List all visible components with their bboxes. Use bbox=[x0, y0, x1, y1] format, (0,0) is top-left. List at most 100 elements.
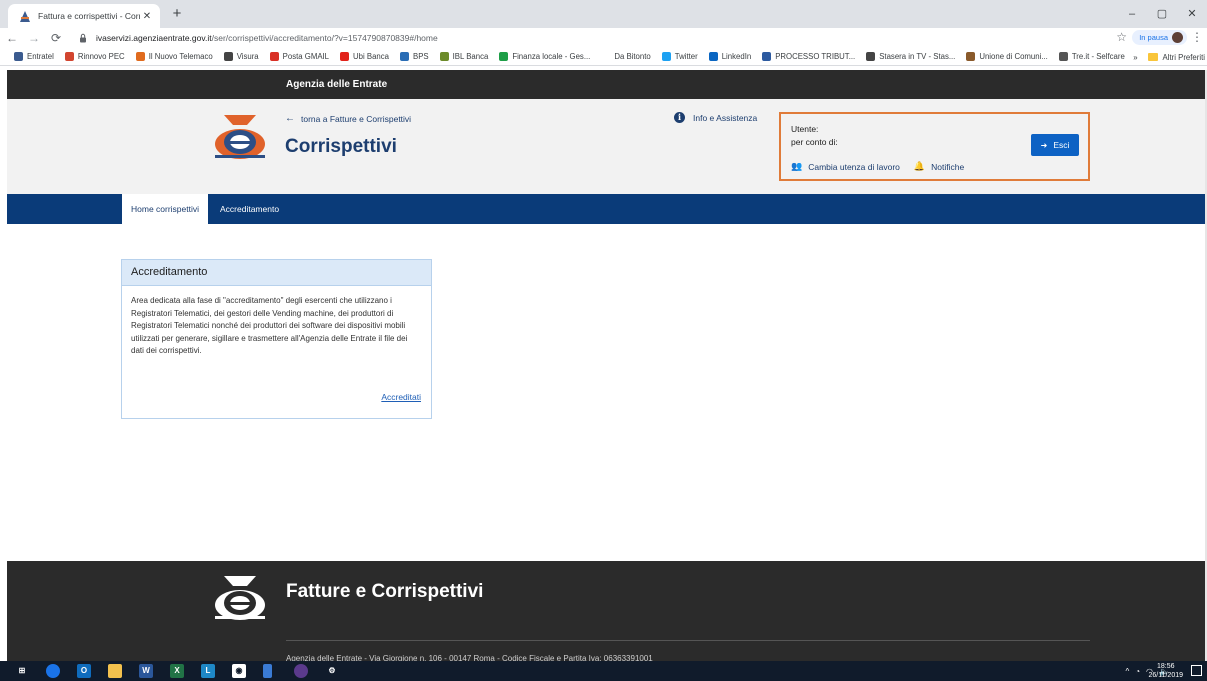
tab-accreditamento[interactable]: Accreditamento bbox=[211, 194, 288, 224]
bookmark-item[interactable]: Entratel bbox=[14, 52, 54, 61]
kebab-menu-icon[interactable]: ⋮ bbox=[1191, 30, 1203, 44]
lync-icon[interactable]: L bbox=[201, 664, 215, 678]
forward-arrow-icon[interactable]: → bbox=[24, 28, 44, 48]
bookmark-item[interactable]: Posta GMAIL bbox=[269, 52, 330, 61]
camera-icon[interactable]: ◉ bbox=[232, 664, 246, 678]
bookmark-item[interactable]: Twitter bbox=[661, 52, 698, 61]
agenzia-entrate-footer-logo-icon bbox=[215, 576, 265, 620]
system-clock[interactable]: 18:56 26/11/2019 bbox=[1148, 662, 1183, 680]
page-footer: Fatture e Corrispettivi Agenzia delle En… bbox=[7, 561, 1205, 663]
bookmarks-bar: Entratel Rinnovo PEC Il Nuovo Telemaco Visu… bbox=[0, 48, 1207, 66]
agenzia-entrate-logo-icon bbox=[215, 115, 265, 159]
bookmark-item[interactable]: Da Bitonto bbox=[601, 52, 651, 61]
network-icon[interactable]: ◔ bbox=[1135, 667, 1140, 676]
bookmark-item[interactable]: PROCESSO TRIBUT... bbox=[762, 52, 855, 61]
bookmark-item[interactable]: Stasera in TV - Stas... bbox=[866, 52, 955, 61]
bell-icon: 🔔 bbox=[913, 161, 926, 171]
browser-tab[interactable]: Fattura e corrispettivi - Corrispet ✕ bbox=[8, 4, 160, 28]
profile-button[interactable]: In pausa bbox=[1132, 30, 1187, 45]
bookmark-item[interactable]: IBL Banca bbox=[439, 52, 489, 61]
tab-home-corrispettivi[interactable]: Home corrispettivi bbox=[122, 194, 209, 225]
bookmark-label: BPS bbox=[413, 52, 429, 61]
close-icon[interactable]: ✕ bbox=[140, 11, 154, 22]
folder-icon bbox=[1147, 53, 1158, 61]
windows-taskbar: ⊞ O W X L ◉ ⚙ ^ ◔ ◠ 🔈 18:56 26/11/2019 bbox=[0, 661, 1207, 681]
bookmark-item[interactable]: Il Nuovo Telemaco bbox=[135, 52, 213, 61]
back-to-fatture-link[interactable]: ← torna a Fatture e Corrispettivi bbox=[285, 113, 411, 124]
settings-gear-icon[interactable]: ⚙ bbox=[325, 664, 339, 678]
card-title: Accreditamento bbox=[122, 260, 431, 286]
more-bookmarks-button[interactable]: » bbox=[1133, 53, 1137, 62]
bookmark-star-icon[interactable]: ☆ bbox=[1116, 30, 1127, 44]
outlook-icon[interactable]: O bbox=[77, 664, 91, 678]
bookmark-label: Entratel bbox=[27, 52, 54, 61]
bookmark-label: Stasera in TV - Stas... bbox=[879, 52, 956, 61]
agency-name: Agenzia delle Entrate bbox=[286, 79, 388, 90]
back-arrow-icon[interactable]: ← bbox=[2, 28, 22, 48]
bookmark-item[interactable]: Unione di Comuni... bbox=[966, 52, 1048, 61]
users-icon: 👥 bbox=[791, 161, 803, 171]
bookmark-item[interactable]: Finanza locale - Ges... bbox=[499, 52, 590, 61]
page-header: ← torna a Fatture e Corrispettivi Corris… bbox=[7, 99, 1205, 194]
clock-time: 18:56 bbox=[1156, 663, 1175, 670]
action-center-icon[interactable] bbox=[1191, 665, 1202, 676]
clock-date: 26/11/2019 bbox=[1148, 672, 1183, 679]
page-title: Corrispettivi bbox=[285, 136, 397, 157]
tre-icon bbox=[1058, 52, 1068, 61]
address-bar[interactable]: ivaservizi.agenziaentrate.gov.it/ser/cor… bbox=[78, 29, 1130, 47]
close-window-button[interactable]: ✕ bbox=[1177, 0, 1207, 28]
flag-icon bbox=[499, 52, 509, 61]
user-links: 👥 Cambia utenza di lavoro 🔔 Notifiche bbox=[791, 161, 964, 172]
other-favorites-folder[interactable]: Altri Preferiti bbox=[1163, 53, 1205, 62]
user-label: Utente: bbox=[791, 124, 819, 134]
avatar bbox=[1172, 32, 1183, 43]
pec-icon bbox=[64, 52, 74, 61]
file-explorer-icon[interactable] bbox=[108, 664, 122, 678]
footer-divider bbox=[286, 640, 1090, 641]
document-icon[interactable] bbox=[263, 664, 272, 678]
change-user-link[interactable]: Cambia utenza di lavoro bbox=[808, 162, 900, 172]
app-icon[interactable] bbox=[294, 664, 308, 678]
bookmark-item[interactable]: Rinnovo PEC bbox=[64, 52, 125, 61]
minimize-button[interactable]: – bbox=[1117, 0, 1147, 28]
windows-start-icon[interactable]: ⊞ bbox=[15, 664, 29, 678]
word-icon[interactable]: W bbox=[139, 664, 153, 678]
globe-icon bbox=[866, 52, 876, 61]
logout-button[interactable]: ➜ Esci bbox=[1031, 134, 1079, 156]
bookmark-item[interactable]: BPS bbox=[400, 52, 429, 61]
bookmark-label: IBL Banca bbox=[452, 52, 489, 61]
reload-icon[interactable]: ⟳ bbox=[46, 28, 66, 48]
bookmark-label: Da Bitonto bbox=[614, 52, 651, 61]
browser-tab-title: Fattura e corrispettivi - Corrispet bbox=[38, 11, 140, 21]
agency-top-bar: Agenzia delle Entrate bbox=[7, 70, 1205, 99]
chevron-up-icon[interactable]: ^ bbox=[1125, 667, 1129, 676]
bookmark-label: Rinnovo PEC bbox=[77, 52, 125, 61]
gmail-icon bbox=[269, 52, 279, 61]
bookmark-label: Tre.it - Selfcare bbox=[1071, 52, 1125, 61]
user-panel: Utente: per conto di: ➜ Esci 👥 Cambia ut… bbox=[779, 112, 1090, 181]
accreditati-link[interactable]: Accreditati bbox=[381, 392, 421, 402]
bookmark-label: Twitter bbox=[674, 52, 698, 61]
new-tab-button[interactable]: + bbox=[168, 5, 186, 23]
excel-icon[interactable]: X bbox=[170, 664, 184, 678]
on-behalf-label: per conto di: bbox=[791, 137, 838, 147]
bookmark-item[interactable]: Ubi Banca bbox=[340, 52, 389, 61]
bookmarks-overflow: » Altri Preferiti bbox=[1133, 48, 1205, 66]
profile-label: In pausa bbox=[1139, 33, 1168, 42]
bookmark-item[interactable]: Tre.it - Selfcare bbox=[1058, 52, 1125, 61]
bps-icon bbox=[400, 52, 410, 61]
chrome-icon[interactable] bbox=[46, 664, 60, 678]
bookmark-item[interactable]: LinkedIn bbox=[708, 52, 751, 61]
bookmark-label: Posta GMAIL bbox=[282, 52, 330, 61]
notifications-link[interactable]: Notifiche bbox=[931, 162, 964, 172]
info-assistance-link[interactable]: i Info e Assistenza bbox=[674, 112, 757, 123]
lock-icon bbox=[80, 33, 86, 43]
bookmark-item[interactable]: Visura bbox=[223, 52, 259, 61]
restore-button[interactable]: ▢ bbox=[1147, 0, 1177, 28]
footer-title: Fatture e Corrispettivi bbox=[286, 581, 484, 602]
bookmark-label: Finanza locale - Ges... bbox=[512, 52, 591, 61]
card-description: Area dedicata alla fase di "accreditamen… bbox=[131, 296, 408, 356]
scale-icon bbox=[762, 52, 772, 61]
unione-icon bbox=[966, 52, 976, 61]
bookmark-label: Il Nuovo Telemaco bbox=[148, 52, 213, 61]
